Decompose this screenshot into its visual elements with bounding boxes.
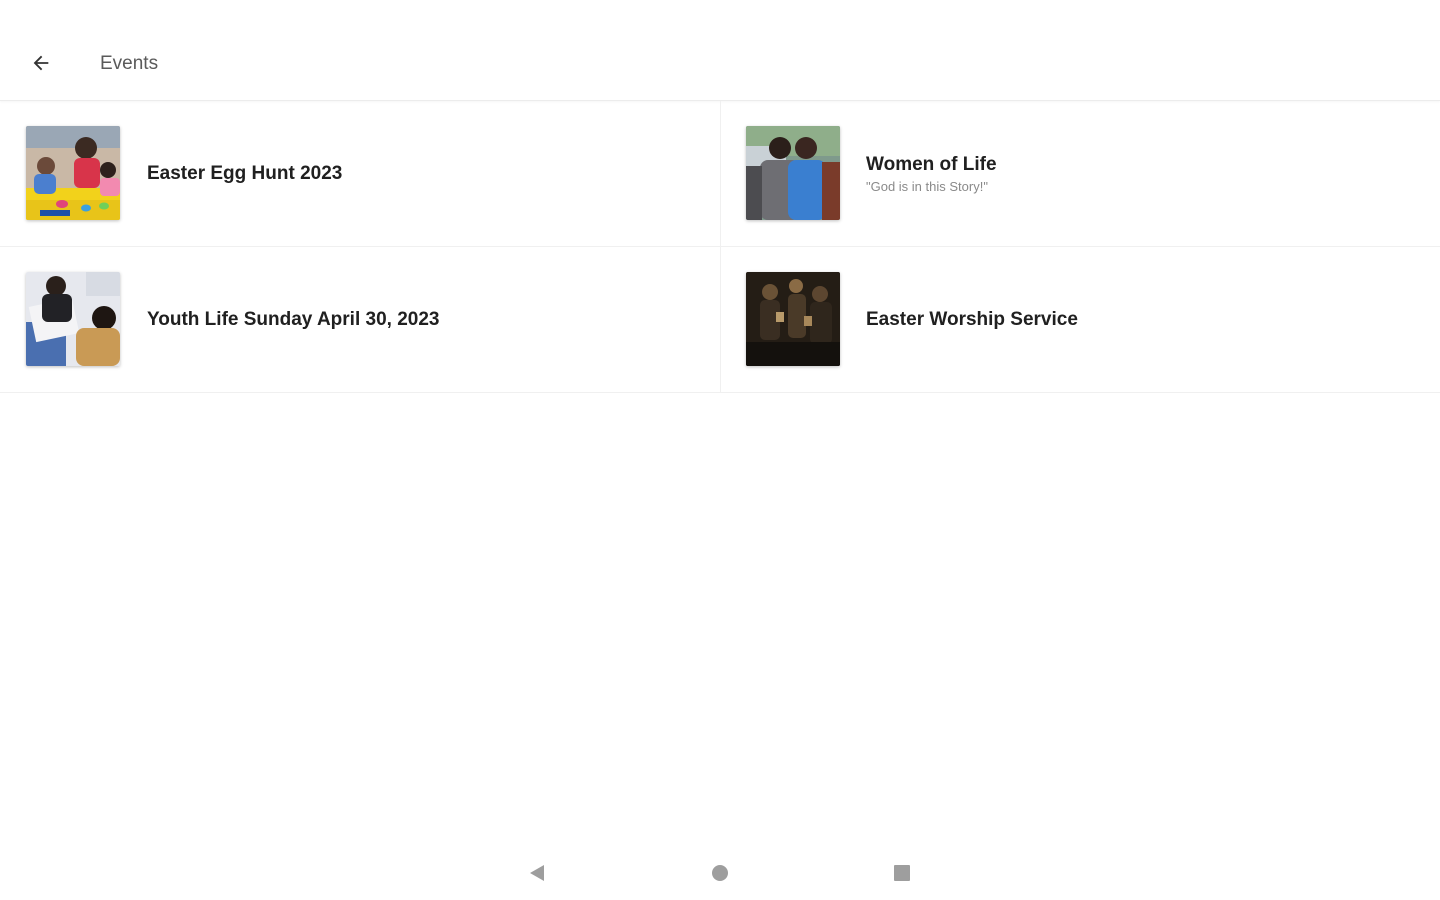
event-thumbnail: [26, 272, 120, 366]
event-thumbnail: [26, 126, 120, 220]
nav-back-triangle-icon: [530, 865, 544, 881]
event-text: Easter Egg Hunt 2023: [147, 101, 342, 247]
system-navigation-bar: [0, 846, 1440, 900]
event-card-easter-egg-hunt[interactable]: Easter Egg Hunt 2023: [0, 101, 721, 247]
page-title: Events: [100, 53, 159, 74]
event-title: Women of Life: [866, 153, 997, 175]
arrow-back-icon: [33, 55, 49, 71]
event-card-youth-life-sunday[interactable]: Youth Life Sunday April 30, 2023: [0, 247, 721, 393]
event-thumbnail: [746, 126, 840, 220]
easter-worship-photo: [746, 272, 840, 366]
youth-life-sunday-photo: [26, 272, 120, 366]
event-text: Easter Worship Service: [866, 247, 1078, 393]
event-thumbnail: [746, 272, 840, 366]
nav-back-button[interactable]: [524, 860, 550, 886]
event-card-women-of-life[interactable]: Women of Life "God is in this Story!": [721, 101, 1440, 247]
event-title: Easter Worship Service: [866, 309, 1078, 330]
event-title: Youth Life Sunday April 30, 2023: [147, 309, 440, 330]
event-text: Women of Life "God is in this Story!": [866, 101, 997, 247]
women-of-life-photo: [746, 126, 840, 220]
nav-recents-button[interactable]: [889, 860, 915, 886]
event-text: Youth Life Sunday April 30, 2023: [147, 247, 439, 393]
app-bar: Events: [0, 0, 1440, 101]
nav-home-button[interactable]: [707, 860, 733, 886]
nav-home-circle-icon: [712, 865, 728, 881]
event-card-easter-worship-service[interactable]: Easter Worship Service: [721, 247, 1440, 393]
back-button[interactable]: [22, 44, 60, 82]
events-grid: Easter Egg Hunt 2023 Women of Life "God …: [0, 101, 1440, 393]
easter-egg-hunt-photo: [26, 126, 120, 220]
events-screen: Events Easter Egg Hunt 2023 Women of Lif…: [0, 0, 1440, 900]
event-subtitle: "God is in this Story!": [866, 178, 988, 194]
event-title: Easter Egg Hunt 2023: [147, 163, 343, 184]
nav-recents-square-icon: [894, 865, 910, 881]
